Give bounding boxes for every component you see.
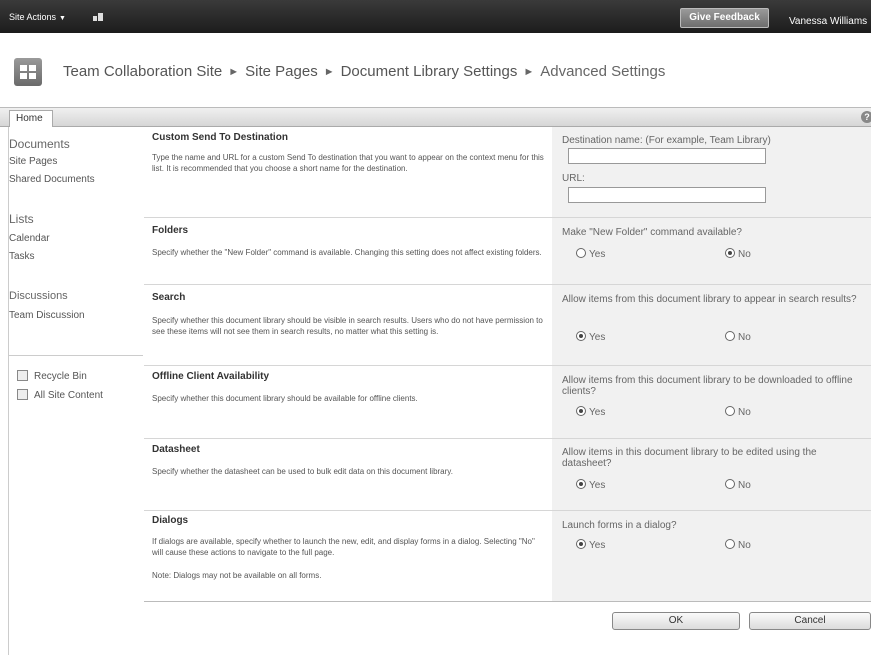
cancel-button[interactable]: Cancel bbox=[749, 612, 871, 630]
recycle-bin-icon bbox=[17, 370, 28, 381]
radio-checked-icon bbox=[576, 406, 586, 416]
radio-checked-icon bbox=[576, 479, 586, 489]
navigate-up-icon[interactable] bbox=[93, 13, 103, 21]
folders-no-radio[interactable]: No bbox=[725, 248, 751, 260]
tab-home[interactable]: Home bbox=[9, 110, 53, 127]
radio-unchecked-icon bbox=[725, 479, 735, 489]
folders-yes-radio[interactable]: Yes bbox=[576, 248, 605, 260]
give-feedback-button[interactable]: Give Feedback bbox=[680, 8, 769, 28]
offline-no-radio[interactable]: No bbox=[725, 406, 751, 418]
offline-yes-label: Yes bbox=[589, 407, 606, 418]
radio-checked-icon bbox=[576, 539, 586, 549]
breadcrumb-separator-icon: ► bbox=[228, 66, 240, 78]
all-site-content-label: All Site Content bbox=[34, 390, 103, 401]
search-question: Allow items from this document library t… bbox=[562, 294, 857, 305]
radio-checked-icon bbox=[576, 331, 586, 341]
radio-unchecked-icon bbox=[725, 406, 735, 416]
breadcrumb: Team Collaboration Site ► Site Pages ► Docum… bbox=[63, 63, 665, 80]
quick-launch-site-pages[interactable]: Site Pages bbox=[9, 156, 57, 167]
breadcrumb-current: Advanced Settings bbox=[540, 63, 666, 80]
site-actions-label: Site Actions bbox=[9, 12, 57, 22]
chevron-down-icon: ▼ bbox=[59, 15, 66, 22]
folders-yes-label: Yes bbox=[589, 249, 606, 260]
destination-name-label: Destination name: (For example, Team Lib… bbox=[562, 135, 771, 146]
offline-title: Offline Client Availability bbox=[152, 371, 270, 382]
search-description: Specify whether this document library sh… bbox=[152, 316, 543, 336]
send-to-description: Type the name and URL for a custom Send … bbox=[152, 153, 544, 173]
offline-yes-radio[interactable]: Yes bbox=[576, 406, 605, 418]
radio-checked-icon bbox=[725, 248, 735, 258]
datasheet-no-label: No bbox=[738, 480, 751, 491]
url-input[interactable] bbox=[568, 187, 766, 203]
site-logo-icon[interactable] bbox=[14, 58, 42, 86]
dialogs-note: Note: Dialogs may not be available on al… bbox=[152, 571, 322, 580]
all-site-content-link[interactable]: All Site Content bbox=[17, 389, 103, 401]
search-yes-radio[interactable]: Yes bbox=[576, 331, 605, 343]
search-yes-label: Yes bbox=[589, 332, 606, 343]
datasheet-yes-label: Yes bbox=[589, 480, 606, 491]
offline-description: Specify whether this document library sh… bbox=[152, 394, 418, 403]
quick-launch-calendar[interactable]: Calendar bbox=[9, 233, 50, 244]
settings-form: Custom Send To Destination Type the name… bbox=[144, 127, 871, 602]
top-nav-bar: Home ? bbox=[0, 107, 871, 127]
dialogs-description: If dialogs are available, specify whethe… bbox=[152, 537, 535, 557]
breadcrumb-library-settings[interactable]: Document Library Settings bbox=[341, 63, 518, 80]
destination-name-input[interactable] bbox=[568, 148, 766, 164]
user-menu[interactable]: Vanessa Williams bbox=[789, 16, 867, 27]
send-to-title: Custom Send To Destination bbox=[152, 132, 288, 143]
dialogs-no-radio[interactable]: No bbox=[725, 539, 751, 551]
breadcrumb-site-pages[interactable]: Site Pages bbox=[245, 63, 318, 80]
datasheet-title: Datasheet bbox=[152, 444, 200, 455]
quick-launch-team-discussion[interactable]: Team Discussion bbox=[9, 310, 85, 321]
section-divider bbox=[144, 217, 871, 218]
folders-title: Folders bbox=[152, 225, 189, 236]
recycle-bin-link[interactable]: Recycle Bin bbox=[17, 370, 87, 382]
dialogs-yes-radio[interactable]: Yes bbox=[576, 539, 605, 551]
radio-unchecked-icon bbox=[576, 248, 586, 258]
folders-description: Specify whether the "New Folder" command… bbox=[152, 248, 542, 257]
dialogs-title: Dialogs bbox=[152, 515, 189, 526]
title-area: Team Collaboration Site ► Site Pages ► Docum… bbox=[0, 33, 871, 115]
quick-launch-discussions-heading[interactable]: Discussions bbox=[9, 290, 68, 302]
quick-launch-tasks[interactable]: Tasks bbox=[9, 251, 35, 262]
quick-launch-divider bbox=[9, 355, 143, 356]
offline-no-label: No bbox=[738, 407, 751, 418]
search-no-radio[interactable]: No bbox=[725, 331, 751, 343]
folders-question: Make "New Folder" command available? bbox=[562, 227, 742, 238]
recycle-bin-label: Recycle Bin bbox=[34, 371, 87, 382]
all-site-content-icon bbox=[17, 389, 28, 400]
site-actions-menu[interactable]: Site Actions ▼ bbox=[9, 12, 66, 22]
form-bottom-divider bbox=[144, 601, 871, 602]
dialogs-no-label: No bbox=[738, 540, 751, 551]
datasheet-no-radio[interactable]: No bbox=[725, 479, 751, 491]
url-label: URL: bbox=[562, 173, 585, 184]
dialogs-question: Launch forms in a dialog? bbox=[562, 520, 677, 531]
left-border bbox=[8, 127, 9, 655]
folders-no-label: No bbox=[738, 249, 751, 260]
section-divider bbox=[144, 284, 871, 285]
breadcrumb-separator-icon: ► bbox=[523, 66, 535, 78]
breadcrumb-site[interactable]: Team Collaboration Site bbox=[63, 63, 222, 80]
offline-question: Allow items from this document library t… bbox=[562, 375, 853, 397]
dialogs-yes-label: Yes bbox=[589, 540, 606, 551]
top-ribbon: Site Actions ▼ Give Feedback Vanessa Will… bbox=[0, 0, 871, 33]
radio-unchecked-icon bbox=[725, 331, 735, 341]
datasheet-description: Specify whether the datasheet can be use… bbox=[152, 467, 453, 476]
section-divider bbox=[144, 438, 871, 439]
ok-button[interactable]: OK bbox=[612, 612, 740, 630]
section-divider bbox=[144, 510, 871, 511]
search-no-label: No bbox=[738, 332, 751, 343]
quick-launch-lists-heading[interactable]: Lists bbox=[9, 212, 34, 226]
datasheet-question: Allow items in this document library to … bbox=[562, 447, 817, 469]
quick-launch-shared-documents[interactable]: Shared Documents bbox=[9, 174, 95, 185]
search-title: Search bbox=[152, 292, 186, 303]
datasheet-yes-radio[interactable]: Yes bbox=[576, 479, 605, 491]
section-divider bbox=[144, 365, 871, 366]
help-icon[interactable]: ? bbox=[861, 111, 871, 123]
radio-unchecked-icon bbox=[725, 539, 735, 549]
quick-launch-documents-heading[interactable]: Documents bbox=[9, 137, 70, 151]
breadcrumb-separator-icon: ► bbox=[323, 66, 335, 78]
